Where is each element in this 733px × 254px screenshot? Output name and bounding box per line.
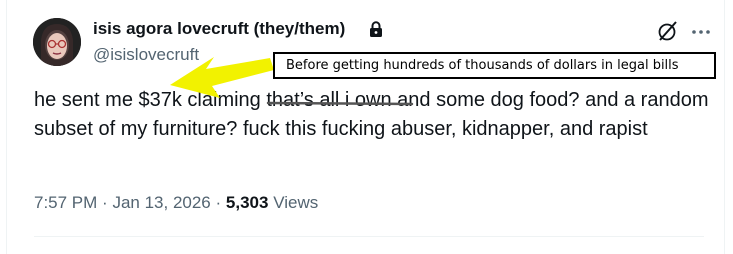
tweet-time[interactable]: 7:57 PM	[34, 193, 97, 212]
divider	[34, 236, 704, 237]
views-count: 5,303	[225, 193, 269, 212]
handle[interactable]: @isislovecruft	[93, 45, 199, 65]
avatar[interactable]	[33, 18, 81, 66]
meta-separator: ·	[102, 193, 108, 212]
tweet-card: isis agora lovecruft (they/them) @isislo…	[6, 0, 725, 254]
more-icon[interactable]	[691, 22, 711, 47]
views-label: Views	[273, 193, 319, 212]
avatar-image	[33, 18, 81, 66]
tweet-text: he sent me $37k claiming that’s all i ow…	[34, 89, 709, 140]
grok-icon[interactable]	[657, 20, 679, 47]
display-name[interactable]: isis agora lovecruft (they/them)	[93, 19, 345, 39]
tweet-meta: 7:57 PM · Jan 13, 2026 · 5,303 Views	[34, 193, 318, 213]
lock-icon	[369, 21, 383, 42]
meta-separator-2: ·	[215, 193, 222, 212]
annotation-box: Before getting hundreds of thousands of …	[273, 52, 716, 79]
tweet-date[interactable]: Jan 13, 2026	[112, 193, 210, 212]
